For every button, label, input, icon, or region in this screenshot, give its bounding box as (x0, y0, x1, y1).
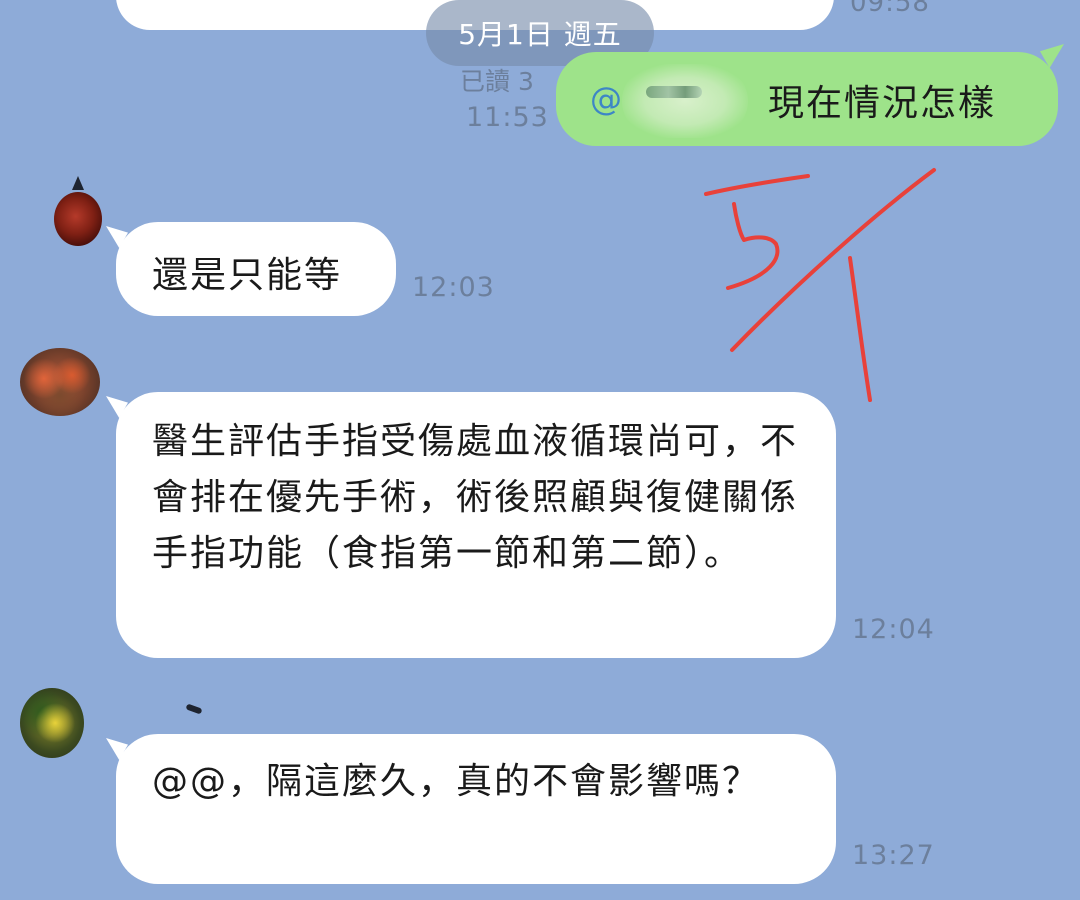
incoming-message-text: 還是只能等 (152, 255, 343, 296)
annotation-stroke-slash (730, 168, 936, 352)
avatar[interactable] (54, 192, 102, 246)
incoming-message-text: 醫生評估手指受傷處血液循環尚可，不會排在優先手術，術後照顧與復健關係手指功能（食… (152, 421, 799, 574)
avatar[interactable] (20, 348, 100, 416)
incoming-message-time: 12:04 (852, 614, 935, 645)
avatar[interactable] (20, 688, 84, 758)
annotation-stroke-1 (848, 256, 872, 402)
annotation-stroke-5 (704, 174, 810, 290)
incoming-message-time: 12:03 (412, 272, 495, 303)
incoming-message-time: 13:27 (852, 840, 935, 871)
incoming-message-text: @@，隔這麼久，真的不會影響嗎？ (152, 761, 761, 802)
